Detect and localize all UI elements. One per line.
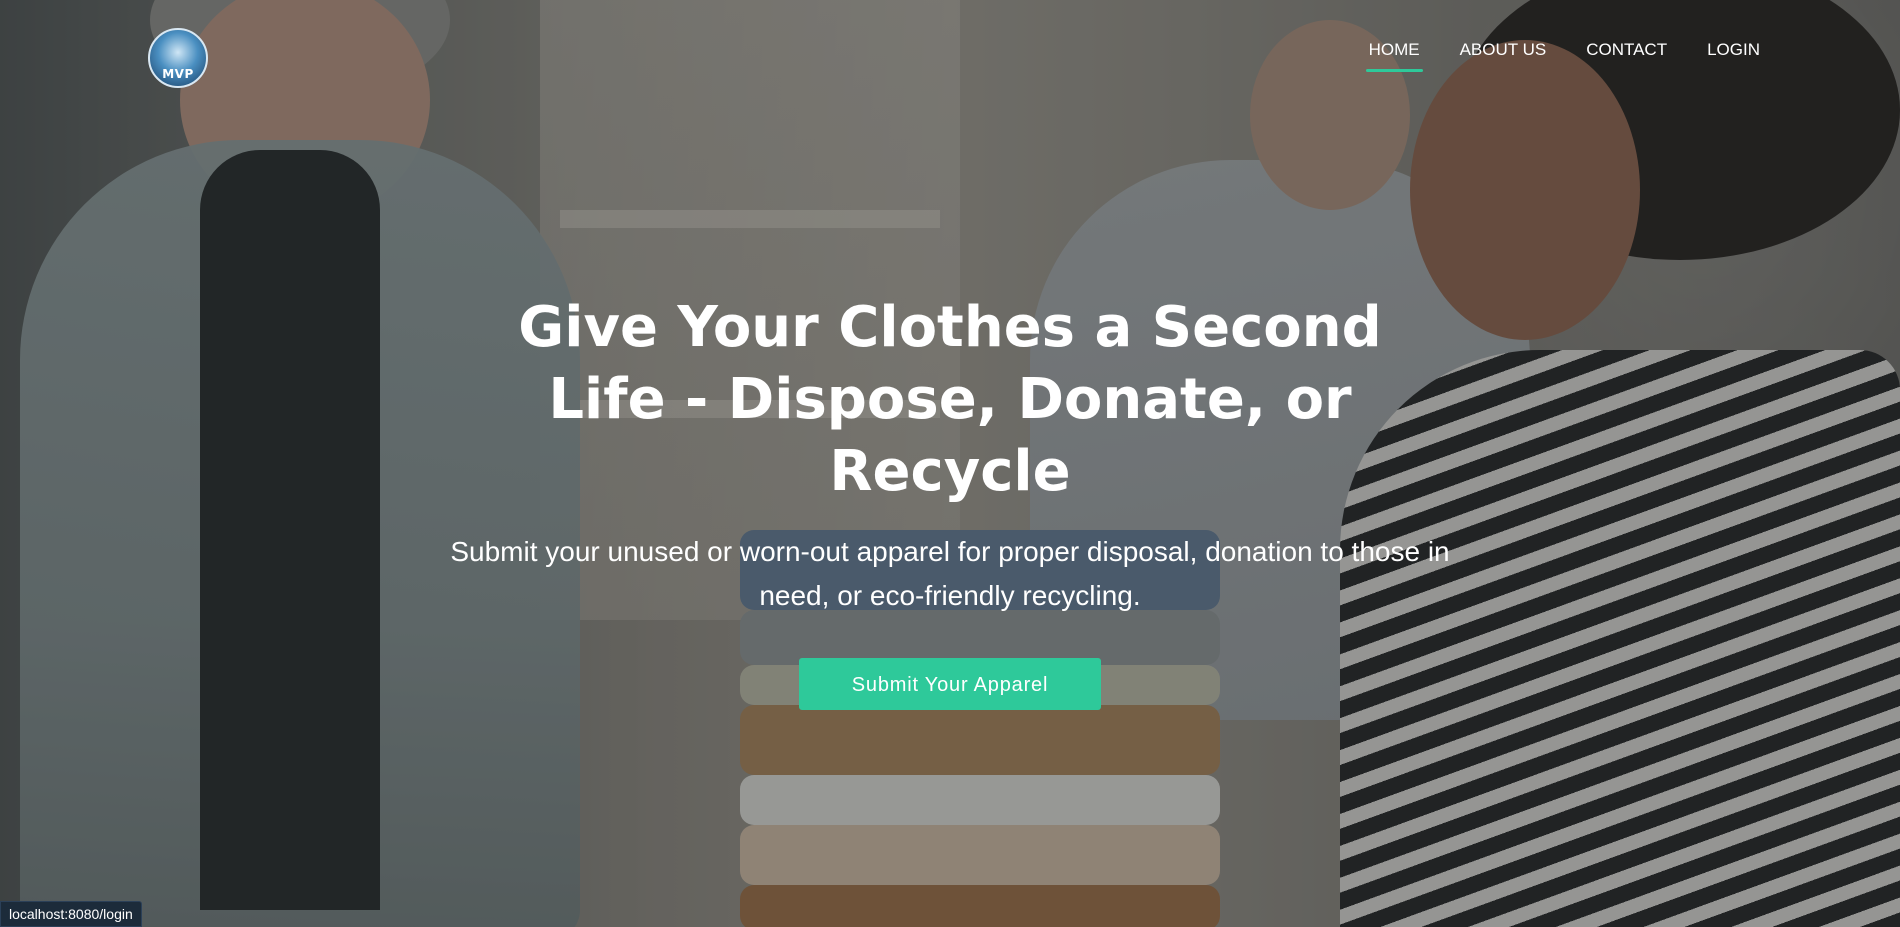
nav-login-link[interactable]: LOGIN [1707,40,1760,72]
nav-about-us-link[interactable]: ABOUT US [1460,40,1547,72]
hero-section: MVP HOME ABOUT US CONTACT LOGIN Give You… [0,0,1900,927]
hero-title: Give Your Clothes a Second Life - Dispos… [518,295,1382,504]
submit-apparel-button[interactable]: Submit Your Apparel [799,658,1101,710]
site-logo[interactable]: MVP [148,28,208,88]
logo-text: MVP [162,67,194,81]
hero-subtitle: Submit your unused or worn-out apparel f… [450,536,1450,611]
hero-content: Give Your Clothes a Second Life - Dispos… [0,292,1900,710]
main-navigation: HOME ABOUT US CONTACT LOGIN [1365,40,1760,72]
nav-contact-link[interactable]: CONTACT [1586,40,1667,72]
nav-home-link[interactable]: HOME [1365,40,1423,72]
browser-status-bar-url: localhost:8080/login [0,901,142,927]
